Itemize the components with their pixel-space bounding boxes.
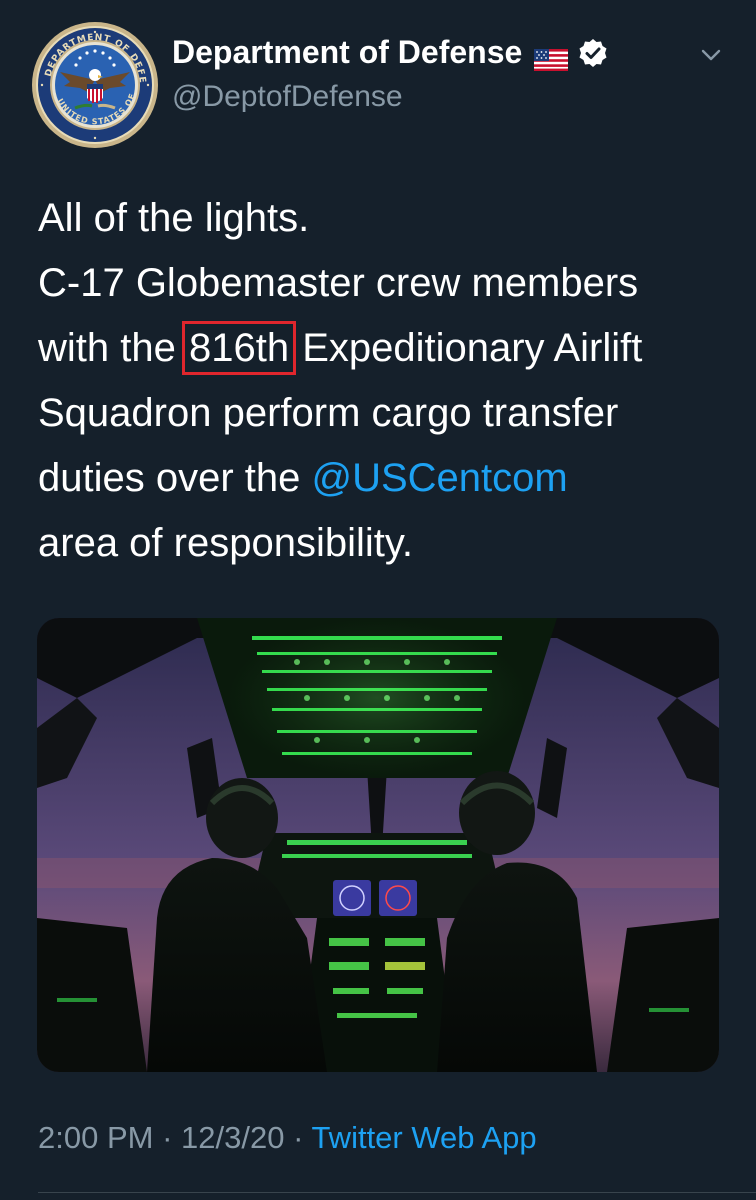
chevron-down-icon[interactable] <box>698 42 724 68</box>
tweet-date[interactable]: 12/3/20 <box>181 1120 284 1155</box>
tweet-meta: 2:00 PM · 12/3/20 · Twitter Web App <box>38 1120 537 1156</box>
account-handle[interactable]: @DeptofDefense <box>172 80 403 114</box>
tweet-line: All of the lights. <box>38 196 310 240</box>
tweet-line: area of responsibility. <box>38 521 413 565</box>
meta-separator: · <box>284 1120 312 1155</box>
display-name[interactable]: Department of Defense <box>172 34 608 71</box>
tweet-time[interactable]: 2:00 PM <box>38 1120 153 1155</box>
verified-badge-icon <box>578 38 608 68</box>
tweet-line: duties over the @USCentcom <box>38 446 738 511</box>
tweet-text-segment: duties over the <box>38 456 312 500</box>
tweet-text-segment: with the <box>38 326 187 370</box>
tweet-line: with the 816th Expeditionary Airlift <box>38 316 738 381</box>
tweet: DEPARTMENT OF DEFENSE UNITED STATES OF A… <box>0 0 756 1200</box>
tweet-text-segment: Expeditionary Airlift <box>291 326 643 370</box>
us-flag-icon <box>534 42 569 71</box>
highlighted-816th: 816th <box>181 321 297 375</box>
tweet-source-link[interactable]: Twitter Web App <box>311 1120 536 1155</box>
meta-separator: · <box>153 1120 182 1155</box>
divider <box>38 1192 756 1193</box>
tweet-line: Squadron perform cargo transfer <box>38 391 619 435</box>
mention-link[interactable]: @USCentcom <box>312 456 568 500</box>
dod-seal-icon[interactable]: DEPARTMENT OF DEFENSE UNITED STATES OF A… <box>26 13 160 150</box>
tweet-text: All of the lights. C-17 Globemaster crew… <box>38 186 738 576</box>
tweet-photo[interactable] <box>37 618 719 1072</box>
display-name-text[interactable]: Department of Defense <box>172 34 522 71</box>
tweet-line: C-17 Globemaster crew members <box>38 261 639 305</box>
